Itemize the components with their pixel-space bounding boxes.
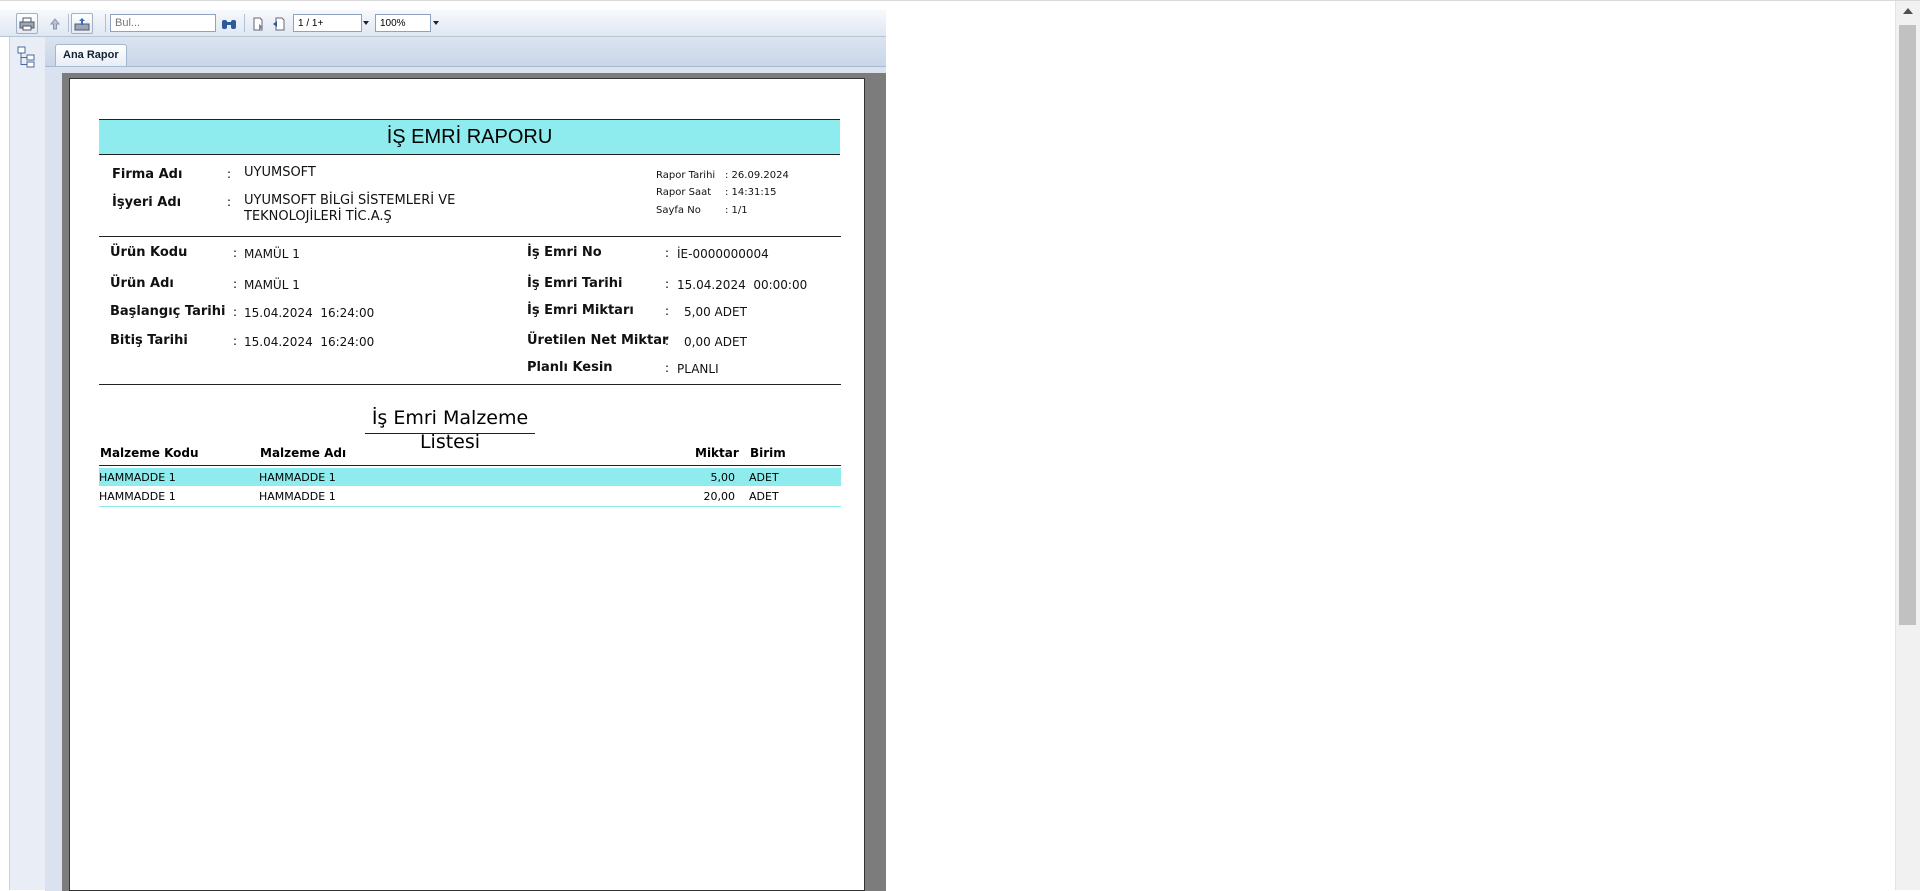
rapor-saat-value: : 14:31:15 [725, 187, 777, 198]
toolbar-separator [105, 14, 106, 32]
colon: : [665, 304, 670, 318]
uretilen-label: Üretilen Net Miktar [527, 333, 669, 348]
cell-miktar: 5,00 [710, 471, 736, 484]
page-button[interactable] [247, 13, 269, 34]
colon: : [665, 334, 670, 348]
urun-adi-label: Ürün Adı [110, 276, 174, 291]
is-emri-miktari-value: 5,00 ADET [684, 305, 747, 319]
is-emri-tarihi-value: 15.04.2024 00:00:00 [677, 278, 808, 292]
isyeri-label: İşyeri Adı [112, 195, 182, 210]
printer-icon [19, 17, 35, 30]
urun-adi-value: MAMÜL 1 [244, 278, 300, 292]
urun-kodu-value: MAMÜL 1 [244, 247, 300, 261]
cell-kod: HAMMADDE 1 [99, 490, 176, 503]
cell-miktar: 20,00 [703, 490, 736, 503]
zoom-select[interactable]: 100% [375, 14, 431, 32]
divider [99, 384, 841, 385]
report-title: İŞ EMRİ RAPORU [99, 119, 840, 155]
scrollbar-thumb[interactable] [1899, 25, 1916, 625]
page-dropdown-arrow[interactable] [361, 14, 371, 32]
uretilen-value: 0,00 ADET [684, 335, 747, 349]
cell-birim: ADET [749, 471, 779, 484]
colon: : [665, 277, 670, 291]
rapor-saat-label: Rapor Saat [656, 187, 712, 198]
bitis-value: 15.04.2024 16:24:00 [244, 335, 375, 349]
planli-label: Planlı Kesin [527, 360, 613, 375]
list-title: İş Emri Malzeme Listesi [365, 406, 535, 453]
colon: : [233, 246, 238, 260]
find-button[interactable] [218, 13, 240, 34]
left-sidebar [9, 37, 46, 890]
page-icon [253, 17, 263, 30]
colon: : [665, 361, 670, 375]
page-indicator[interactable]: 1 / 1+ [293, 14, 362, 32]
colon: : [233, 305, 238, 319]
planli-value: PLANLI [677, 362, 719, 376]
firma-value: UYUMSOFT [244, 165, 316, 180]
back-page-icon [273, 17, 285, 30]
baslangic-value: 15.04.2024 16:24:00 [244, 306, 375, 320]
bitis-label: Bitiş Tarihi [110, 333, 188, 348]
is-emri-tarihi-label: İş Emri Tarihi [527, 276, 623, 291]
cell-birim: ADET [749, 490, 779, 503]
col-header-kod: Malzeme Kodu [100, 446, 199, 460]
isyeri-value-line2: TEKNOLOJİLERİ TİC.A.Ş [244, 209, 392, 224]
col-header-birim: Birim [750, 446, 786, 460]
document-tree-icon[interactable] [16, 45, 38, 69]
toolbar: 1 / 1+ 100% [0, 10, 886, 37]
upload-icon [49, 17, 61, 29]
is-emri-no-value: İE-0000000004 [677, 247, 769, 261]
tab-strip: Ana Rapor [45, 37, 886, 67]
header-divider [99, 465, 841, 466]
toolbar-separator [244, 14, 245, 32]
report-viewer: 1 / 1+ 100% Ana Rapor İŞ EMRİ RAPORU Fir… [0, 1, 886, 891]
print-button[interactable] [16, 13, 38, 34]
cell-ad: HAMMADDE 1 [259, 471, 336, 484]
is-emri-miktari-label: İş Emri Miktarı [527, 303, 634, 318]
upload-button[interactable] [44, 13, 66, 34]
urun-kodu-label: Ürün Kodu [110, 245, 188, 260]
tab-ana-rapor[interactable]: Ana Rapor [55, 44, 127, 66]
colon: : [233, 334, 238, 348]
binoculars-icon [222, 19, 236, 29]
table-row: HAMMADDE 1 HAMMADDE 1 20,00 ADET [99, 487, 841, 505]
colon: : [233, 277, 238, 291]
baslangic-label: Başlangıç Tarihi [110, 304, 226, 319]
colon: : [227, 195, 232, 209]
report-page: İŞ EMRİ RAPORU Firma Adı : UYUMSOFT İşye… [69, 78, 865, 891]
export-icon [74, 17, 90, 30]
firma-label: Firma Adı [112, 167, 183, 182]
table-row: HAMMADDE 1 HAMMADDE 1 5,00 ADET [99, 468, 841, 486]
sayfa-value: : 1/1 [725, 205, 748, 216]
col-header-miktar: Miktar [695, 446, 739, 460]
isyeri-value-line1: UYUMSOFT BİLGİ SİSTEMLERİ VE [244, 193, 456, 208]
sayfa-label: Sayfa No [656, 205, 701, 216]
zoom-dropdown-arrow[interactable] [431, 14, 441, 32]
col-header-ad: Malzeme Adı [260, 446, 347, 460]
divider [99, 236, 841, 237]
cell-ad: HAMMADDE 1 [259, 490, 336, 503]
cell-kod: HAMMADDE 1 [99, 471, 176, 484]
scroll-up-arrow-icon[interactable] [1903, 8, 1913, 14]
row-divider [99, 506, 841, 507]
toolbar-separator [68, 14, 69, 32]
export-button[interactable] [71, 13, 93, 34]
colon: : [227, 167, 232, 181]
rapor-tarihi-label: Rapor Tarihi [656, 170, 716, 181]
back-page-button[interactable] [268, 13, 290, 34]
find-input[interactable] [110, 14, 216, 32]
colon: : [665, 246, 670, 260]
rapor-tarihi-value: : 26.09.2024 [725, 170, 789, 181]
is-emri-no-label: İş Emri No [527, 245, 602, 260]
